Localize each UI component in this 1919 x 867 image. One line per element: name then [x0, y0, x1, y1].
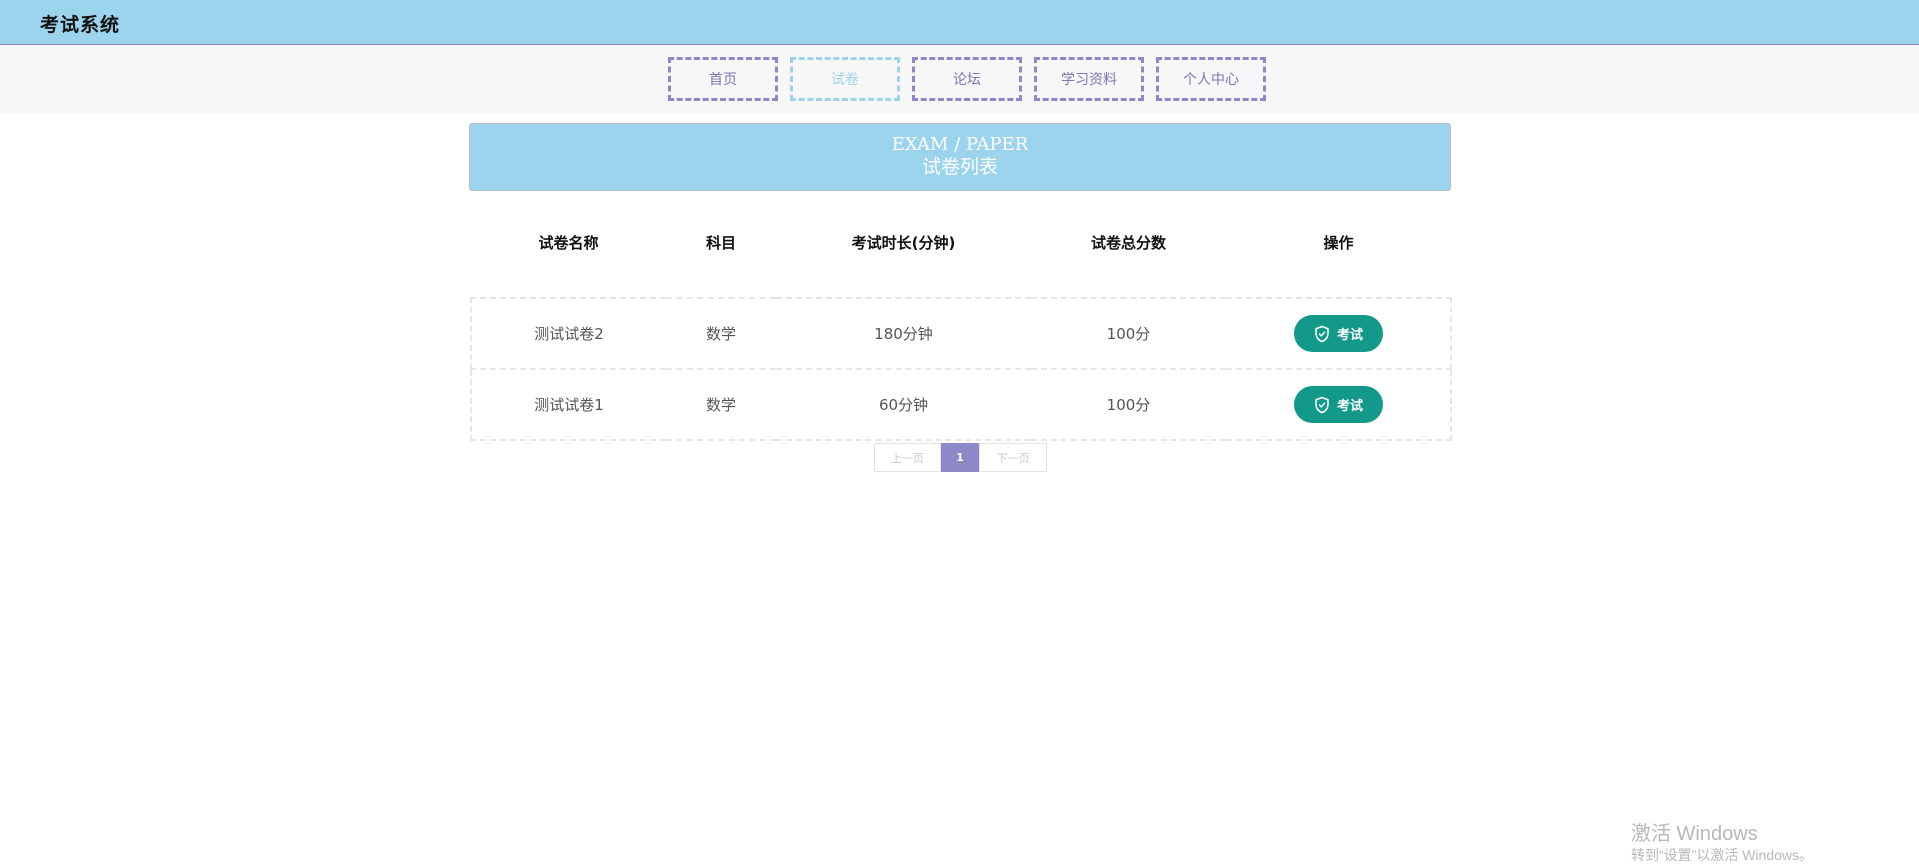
- col-header-duration: 考试时长(分钟): [851, 234, 956, 252]
- start-exam-label: 考试: [1336, 398, 1363, 413]
- main-nav: 首页 试卷 论坛 学习资料 个人中心: [668, 57, 1266, 101]
- pagination: 上一页 1 下一页: [874, 443, 1047, 472]
- top-header: 考试系统: [0, 0, 1919, 45]
- cell-action: 考试: [1226, 368, 1452, 441]
- table-row: 测试试卷2 数学 180分钟 100分 考试: [470, 297, 1452, 370]
- app-title: 考试系统: [40, 14, 121, 36]
- nav-item-home[interactable]: 首页: [668, 57, 778, 101]
- start-exam-label: 考试: [1336, 327, 1363, 342]
- cell-paper-name: 测试试卷2: [470, 297, 666, 370]
- col-header-name: 试卷名称: [538, 234, 599, 252]
- cell-subject: 数学: [666, 297, 776, 370]
- cell-score: 100分: [1031, 368, 1226, 441]
- nav-item-profile[interactable]: 个人中心: [1156, 57, 1266, 101]
- table-header-row: 试卷名称 科目 考试时长(分钟) 试卷总分数 操作: [471, 220, 1451, 265]
- paper-table-wrap: 试卷名称 科目 考试时长(分钟) 试卷总分数 操作 测试试卷2 数学 180分钟…: [470, 220, 1452, 441]
- start-exam-button[interactable]: 考试: [1293, 386, 1383, 423]
- cell-duration: 60分钟: [776, 368, 1031, 441]
- watermark-subtitle: 转到“设置”以激活 Windows。: [1631, 847, 1814, 863]
- table-spacer: [471, 265, 1451, 298]
- shield-check-icon: [1315, 325, 1329, 342]
- shield-check-icon: [1315, 396, 1329, 413]
- cell-subject: 数学: [666, 368, 776, 441]
- windows-activation-watermark: 激活 Windows 转到“设置”以激活 Windows。: [1631, 822, 1813, 864]
- nav-strip: 首页 试卷 论坛 学习资料 个人中心: [0, 45, 1919, 114]
- col-header-score: 试卷总分数: [1090, 234, 1166, 252]
- nav-item-forum[interactable]: 论坛: [912, 57, 1022, 101]
- next-page-button[interactable]: 下一页: [979, 443, 1047, 472]
- paper-table: 试卷名称 科目 考试时长(分钟) 试卷总分数 操作 测试试卷2 数学 180分钟…: [470, 220, 1452, 441]
- start-exam-button[interactable]: 考试: [1293, 315, 1383, 352]
- col-header-subject: 科目: [705, 234, 736, 252]
- section-banner: EXAM / PAPER 试卷列表: [469, 123, 1451, 191]
- nav-item-materials[interactable]: 学习资料: [1034, 57, 1144, 101]
- cell-duration: 180分钟: [776, 297, 1031, 370]
- watermark-title: 激活 Windows: [1631, 823, 1758, 845]
- nav-item-papers[interactable]: 试卷: [790, 57, 900, 101]
- banner-title-cn: 试卷列表: [921, 156, 998, 178]
- table-row: 测试试卷1 数学 60分钟 100分 考试: [470, 368, 1452, 441]
- cell-paper-name: 测试试卷1: [470, 368, 666, 441]
- prev-page-button[interactable]: 上一页: [874, 443, 941, 472]
- cell-action: 考试: [1226, 297, 1452, 370]
- banner-title-en: EXAM / PAPER: [891, 134, 1029, 155]
- page-number-current[interactable]: 1: [941, 443, 979, 472]
- col-header-action: 操作: [1323, 234, 1354, 252]
- cell-score: 100分: [1031, 297, 1226, 370]
